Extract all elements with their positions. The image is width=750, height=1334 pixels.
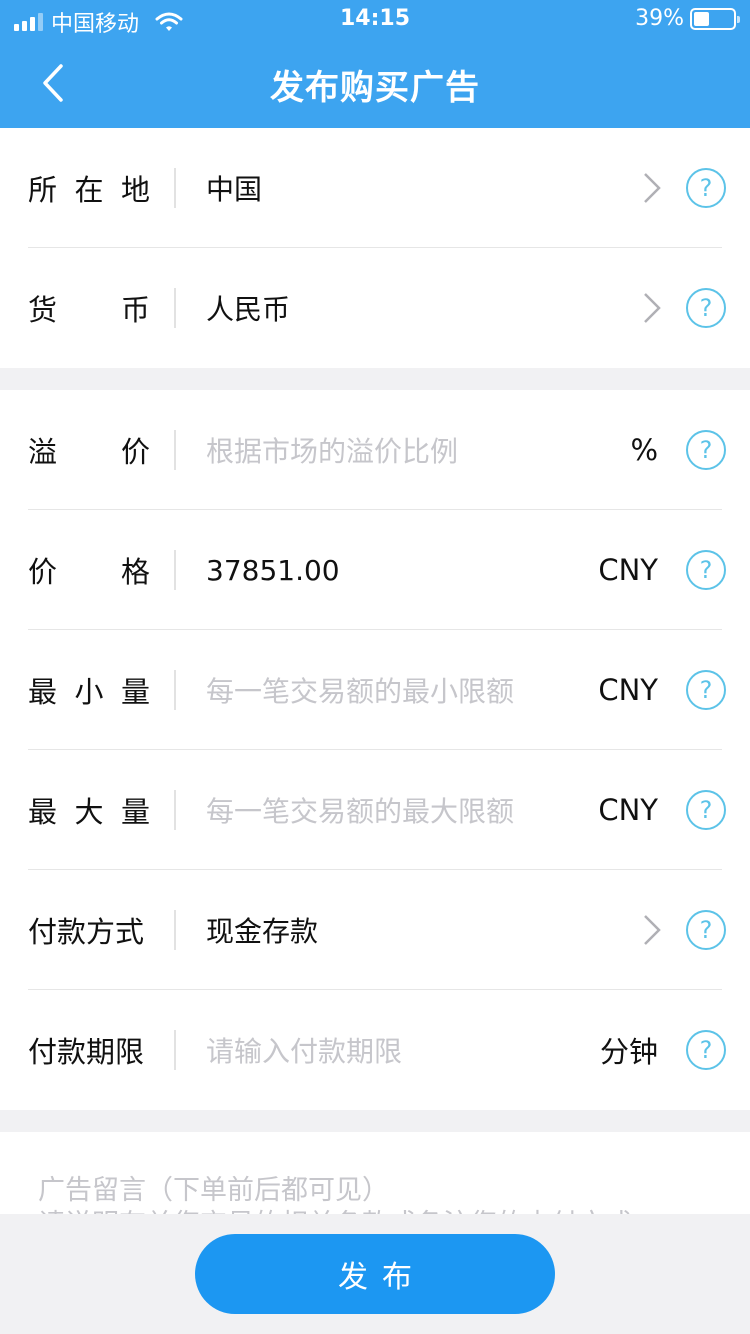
form-row[interactable]: 价格 37851.00 CNY? bbox=[0, 510, 750, 630]
field-label-text: 地 bbox=[120, 173, 150, 207]
label-divider bbox=[174, 1030, 176, 1070]
status-bar: 中国移动 14:15 39% bbox=[0, 0, 750, 40]
field-input[interactable]: 请输入付款期限 bbox=[206, 990, 402, 1110]
field-label: 最大量 bbox=[28, 750, 150, 870]
field-label-text: 大 bbox=[74, 795, 104, 829]
field-label-text: 最 bbox=[28, 795, 58, 829]
chevron-right-icon bbox=[644, 293, 661, 323]
label-divider bbox=[174, 910, 176, 950]
label-divider bbox=[174, 550, 176, 590]
label-divider bbox=[174, 430, 176, 470]
battery-icon bbox=[690, 7, 740, 30]
field-input[interactable]: 每一笔交易额的最小限额 bbox=[206, 630, 514, 750]
field-label: 付款方式 bbox=[28, 870, 150, 990]
form-row[interactable]: 货币人民币? bbox=[0, 248, 750, 368]
field-label: 所在地 bbox=[28, 128, 150, 248]
help-icon[interactable]: ? bbox=[686, 790, 726, 830]
field-value[interactable]: 人民币 bbox=[206, 248, 290, 368]
field-label: 最小量 bbox=[28, 630, 150, 750]
form-row[interactable]: 付款期限 请输入付款期限 分钟? bbox=[0, 990, 750, 1110]
publish-button[interactable]: 发布 bbox=[195, 1234, 555, 1314]
field-label-text: 格 bbox=[120, 555, 150, 589]
unit-label: 分钟 bbox=[599, 1035, 658, 1069]
help-icon[interactable]: ? bbox=[686, 288, 726, 328]
field-input[interactable]: 每一笔交易额的最大限额 bbox=[206, 750, 514, 870]
field-label: 付款期限 bbox=[28, 990, 150, 1110]
field-value[interactable]: 中国 bbox=[206, 128, 262, 248]
chevron-right-icon bbox=[644, 915, 661, 945]
price-section: 溢价根据市场的溢价比例%? 价格 37851.00 CNY? 最小量每一笔交易额的最小限… bbox=[0, 390, 750, 1110]
label-divider bbox=[174, 790, 176, 830]
help-icon[interactable]: ? bbox=[686, 1030, 726, 1070]
form-row[interactable]: 溢价根据市场的溢价比例%? bbox=[0, 390, 750, 510]
form-row[interactable]: 最大量每一笔交易额的最大限额 CNY? bbox=[0, 750, 750, 870]
field-label-text: 所 bbox=[28, 173, 58, 207]
unit-label: CNY bbox=[598, 673, 658, 707]
battery-percent: 39% bbox=[635, 6, 684, 31]
help-icon[interactable]: ? bbox=[686, 550, 726, 590]
field-value[interactable]: 37851.00 bbox=[206, 510, 340, 630]
field-input[interactable]: 根据市场的溢价比例 bbox=[206, 390, 458, 510]
unit-label: % bbox=[630, 433, 658, 467]
help-icon[interactable]: ? bbox=[686, 670, 726, 710]
field-label-text: 最 bbox=[28, 675, 58, 709]
form-row[interactable]: 最小量每一笔交易额的最小限额 CNY? bbox=[0, 630, 750, 750]
unit-label: CNY bbox=[598, 553, 658, 587]
help-icon[interactable]: ? bbox=[686, 168, 726, 208]
label-divider bbox=[174, 288, 176, 328]
unit-label: CNY bbox=[598, 793, 658, 827]
page-title: 发布购买广告 bbox=[270, 68, 480, 108]
field-label-text: 币 bbox=[120, 293, 150, 327]
field-label-text: 在 bbox=[74, 173, 104, 207]
form-row[interactable]: 所在地中国? bbox=[0, 128, 750, 248]
form-row[interactable]: 付款方式 现金存款? bbox=[0, 870, 750, 990]
location-section: 所在地中国? 货币人民币? bbox=[0, 128, 750, 368]
field-label: 货币 bbox=[28, 248, 150, 368]
field-label-text: 付款方式 bbox=[28, 915, 145, 949]
field-label-text: 付款期限 bbox=[28, 1035, 145, 1069]
header: 中国移动 14:15 39% 发布购买广告 bbox=[0, 0, 750, 128]
bottom-bar: 发布 bbox=[0, 1214, 750, 1334]
remark-placeholder-line2: 请说明有关您交易的相关条款或备注您的支付方式 bbox=[38, 1202, 632, 1214]
label-divider bbox=[174, 670, 176, 710]
field-label-text: 量 bbox=[120, 675, 150, 709]
field-label-text: 溢 bbox=[28, 435, 58, 469]
field-label-text: 价 bbox=[28, 555, 58, 589]
field-value[interactable]: 现金存款 bbox=[206, 870, 318, 990]
field-label-text: 价 bbox=[120, 435, 150, 469]
remark-textarea[interactable]: 广告留言（下单前后都可见） 请说明有关您交易的相关条款或备注您的支付方式 bbox=[0, 1132, 750, 1214]
field-label-text: 小 bbox=[74, 675, 104, 709]
label-divider bbox=[174, 168, 176, 208]
help-icon[interactable]: ? bbox=[686, 910, 726, 950]
field-label: 价格 bbox=[28, 510, 150, 630]
field-label: 溢价 bbox=[28, 390, 150, 510]
field-label-text: 货 bbox=[28, 293, 58, 327]
chevron-right-icon bbox=[644, 173, 661, 203]
help-icon[interactable]: ? bbox=[686, 430, 726, 470]
field-label-text: 量 bbox=[120, 795, 150, 829]
